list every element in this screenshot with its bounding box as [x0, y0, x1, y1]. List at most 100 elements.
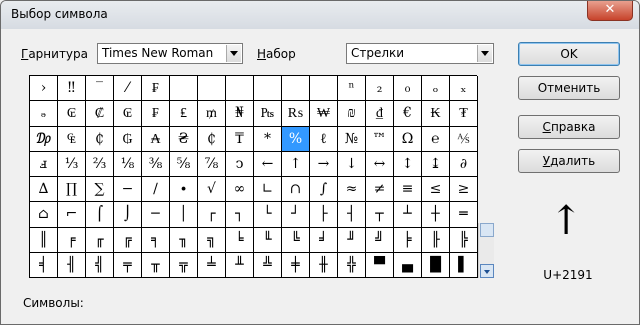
character-cell[interactable]: ⅛ — [114, 151, 142, 177]
character-cell[interactable]: ∞ — [226, 177, 254, 203]
character-cell[interactable]: ⅎ — [30, 151, 58, 177]
character-cell[interactable]: ₀ — [394, 76, 422, 102]
character-cell[interactable]: ‼ — [58, 76, 86, 102]
character-cell[interactable]: ₥ — [198, 101, 226, 127]
character-cell[interactable]: ₂ — [366, 76, 394, 102]
character-cell[interactable]: ╣ — [86, 252, 114, 278]
character-cell[interactable]: ▌ — [450, 252, 478, 278]
character-cell[interactable]: ₵ — [86, 126, 114, 152]
character-cell[interactable]: ∫ — [310, 177, 338, 203]
character-cell[interactable]: ╟ — [422, 227, 450, 253]
character-cell[interactable]: ∏ — [58, 177, 86, 203]
character-cell[interactable]: ╞ — [394, 227, 422, 253]
character-cell[interactable]: ╕ — [142, 227, 170, 253]
character-cell[interactable]: ∕ — [142, 177, 170, 203]
character-cell[interactable]: ₔ — [30, 101, 58, 127]
character-cell[interactable]: ₣ — [142, 101, 170, 127]
character-cell[interactable]: ∂ — [450, 151, 478, 177]
character-cell[interactable] — [226, 76, 254, 102]
character-cell[interactable]: │ — [170, 202, 198, 228]
subset-select[interactable]: Стрелки — [346, 43, 494, 64]
character-cell[interactable]: ┐ — [226, 202, 254, 228]
cancel-button[interactable]: Отменить — [518, 76, 620, 100]
character-cell[interactable]: ╥ — [142, 252, 170, 278]
character-cell[interactable]: ⅝ — [170, 151, 198, 177]
character-cell[interactable]: ╘ — [226, 227, 254, 253]
character-cell[interactable]: ∟ — [254, 177, 282, 203]
character-cell[interactable]: ⅓ — [58, 151, 86, 177]
character-cell[interactable]: ╤ — [114, 252, 142, 278]
delete-button[interactable]: Удалить — [518, 149, 620, 173]
character-cell[interactable]: ╓ — [86, 227, 114, 253]
character-cell[interactable]: ← — [254, 151, 282, 177]
character-cell[interactable]: ⅍ — [450, 126, 478, 152]
character-cell[interactable]: ╧ — [198, 252, 226, 278]
character-cell[interactable]: ₭ — [422, 101, 450, 127]
font-select[interactable]: Times New Roman — [97, 43, 243, 64]
character-cell[interactable]: ₡ — [86, 101, 114, 127]
scroll-down-arrow-icon[interactable] — [480, 264, 494, 278]
character-cell[interactable]: √ — [198, 177, 226, 203]
character-cell[interactable]: ₠ — [58, 126, 86, 152]
character-cell[interactable]: * — [254, 126, 282, 152]
character-cell[interactable]: ⅞ — [198, 151, 226, 177]
character-cell[interactable]: ₪ — [338, 101, 366, 127]
character-cell[interactable]: ₲ — [114, 126, 142, 152]
character-cell[interactable]: ╚ — [282, 227, 310, 253]
character-cell[interactable]: − — [114, 177, 142, 203]
character-cell[interactable]: ≡ — [394, 177, 422, 203]
character-cell[interactable]: € — [394, 101, 422, 127]
character-cell[interactable]: ╨ — [226, 252, 254, 278]
font-dropdown-arrow-icon[interactable] — [226, 45, 241, 62]
character-cell[interactable]: ⅜ — [142, 151, 170, 177]
character-cell[interactable] — [310, 76, 338, 102]
character-cell[interactable]: ₴ — [170, 126, 198, 152]
character-cell[interactable]: ≈ — [338, 177, 366, 203]
character-cell[interactable]: ╜ — [338, 227, 366, 253]
character-cell[interactable]: ∩ — [282, 177, 310, 203]
character-cell[interactable]: █ — [422, 252, 450, 278]
character-cell[interactable]: ₣ — [142, 76, 170, 102]
character-cell[interactable]: ₒ — [422, 76, 450, 102]
character-cell[interactable]: ⁿ — [338, 76, 366, 102]
character-cell[interactable]: → — [310, 151, 338, 177]
character-cell[interactable]: ═ — [450, 202, 478, 228]
character-cell[interactable]: ‾ — [86, 76, 114, 102]
character-cell[interactable]: ∑ — [86, 177, 114, 203]
character-cell[interactable]: ⌂ — [30, 202, 58, 228]
character-cell[interactable]: ╫ — [310, 252, 338, 278]
character-cell[interactable]: ╦ — [170, 252, 198, 278]
character-cell[interactable]: ₳ — [142, 126, 170, 152]
character-cell[interactable]: ∆ — [30, 177, 58, 203]
character-cell[interactable]: ╡ — [30, 252, 58, 278]
character-cell[interactable]: % — [282, 126, 310, 152]
character-cell[interactable]: ℮ — [422, 126, 450, 152]
character-cell[interactable]: ₸ — [226, 126, 254, 152]
character-cell[interactable] — [254, 76, 282, 102]
close-button[interactable]: ✕ — [587, 1, 633, 21]
character-cell[interactable]: ↓ — [338, 151, 366, 177]
character-cell[interactable]: ↔ — [366, 151, 394, 177]
character-cell[interactable]: ╒ — [58, 227, 86, 253]
character-cell[interactable]: ₤ — [170, 101, 198, 127]
scrollbar-thumb[interactable] — [480, 223, 494, 237]
character-cell[interactable]: ╙ — [254, 227, 282, 253]
character-grid[interactable]: › ‼ ‾ ⁄ ₣ ⁿ ₂ ₀ ₒ ₓ ₔ ₢ ₡ ₢ ₣ ₤ ₥ ₦ ₧ ₨ ₩ ₪ ₫ € ₭ ₮ ₯ ₠ ₵ ₲ ₳ ₴ ₵ ₸ *% ℓ № ™ Ω… — [29, 75, 478, 278]
character-cell[interactable]: ⁄ — [114, 76, 142, 102]
character-cell[interactable]: ╬ — [338, 252, 366, 278]
character-cell[interactable]: ₯ — [30, 126, 58, 152]
character-cell[interactable]: › — [30, 76, 58, 102]
character-cell[interactable]: ₦ — [226, 101, 254, 127]
character-cell[interactable]: ╝ — [366, 227, 394, 253]
character-cell[interactable]: ┬ — [366, 202, 394, 228]
grid-scrollbar[interactable] — [478, 223, 494, 278]
character-cell[interactable]: ╛ — [310, 227, 338, 253]
subset-dropdown-arrow-icon[interactable] — [477, 45, 492, 62]
character-cell[interactable]: ≤ — [422, 177, 450, 203]
character-cell[interactable]: ≥ — [450, 177, 478, 203]
help-button[interactable]: Справка — [518, 115, 620, 139]
character-cell[interactable]: ╗ — [198, 227, 226, 253]
character-cell[interactable]: ≠ — [366, 177, 394, 203]
character-cell[interactable]: ┴ — [394, 202, 422, 228]
character-cell[interactable]: ™ — [366, 126, 394, 152]
